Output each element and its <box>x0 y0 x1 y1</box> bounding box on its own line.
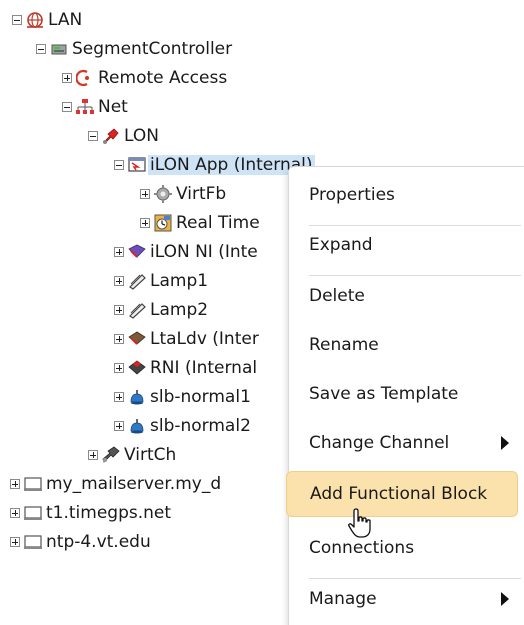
expand-toggle[interactable] <box>140 218 150 228</box>
tree-node-net[interactable]: Net <box>62 95 130 119</box>
menu-separator <box>309 275 521 276</box>
tree-node-slb-normal1[interactable]: slb-normal1 <box>114 385 253 409</box>
hand-cursor-icon <box>347 507 375 541</box>
remote-access-icon <box>76 69 94 87</box>
expand-toggle[interactable] <box>114 276 124 286</box>
collapse-toggle[interactable] <box>62 102 72 112</box>
computer-icon <box>24 504 42 522</box>
context-menu: Properties Expand Delete Rename Save as … <box>286 166 524 625</box>
tree-node-virtch[interactable]: VirtCh <box>88 443 178 467</box>
menu-separator <box>309 578 521 579</box>
tree-node-mailserver[interactable]: my_mailserver.my_d <box>10 472 223 496</box>
tree-node-lamp2[interactable]: Lamp2 <box>114 298 210 322</box>
submenu-arrow-icon <box>501 592 509 606</box>
expand-toggle[interactable] <box>10 537 20 547</box>
controller-icon <box>50 40 68 58</box>
device-icon <box>128 330 146 348</box>
computer-icon <box>24 533 42 551</box>
menu-item-label: Change Channel <box>309 433 450 453</box>
tree-node-label: Lamp2 <box>150 300 209 320</box>
menu-item-properties[interactable]: Properties <box>309 182 395 208</box>
tree-node-ltaldv[interactable]: LtaLdv (Inter <box>114 327 261 351</box>
menu-item-change-channel[interactable]: Change Channel <box>309 430 519 456</box>
tree-node-label: slb-normal1 <box>150 387 251 407</box>
expand-toggle[interactable] <box>114 305 124 315</box>
virtual-channel-icon <box>102 446 120 464</box>
tree-node-real-time[interactable]: Real Time <box>140 211 262 235</box>
tree-node-label: LAN <box>48 10 83 30</box>
menu-item-delete[interactable]: Delete <box>309 283 365 309</box>
expand-toggle[interactable] <box>10 479 20 489</box>
expand-toggle[interactable] <box>62 73 72 83</box>
tree-node-virtfb[interactable]: VirtFb <box>140 182 228 206</box>
expand-toggle[interactable] <box>114 363 124 373</box>
menu-item-manage[interactable]: Manage <box>309 586 519 612</box>
tree-node-label: ntp-4.vt.edu <box>46 532 151 552</box>
tree-node-label: iLON NI (Inte <box>150 242 258 262</box>
tree-node-label: LtaLdv (Inter <box>150 329 259 349</box>
collapse-toggle[interactable] <box>88 131 98 141</box>
application-icon <box>128 156 146 174</box>
tree-node-lon[interactable]: LON <box>88 124 161 148</box>
expand-toggle[interactable] <box>114 334 124 344</box>
device-icon <box>128 359 146 377</box>
lamp-icon <box>128 272 146 290</box>
expand-toggle[interactable] <box>114 247 124 257</box>
tree-node-label: RNI (Internal <box>150 358 258 378</box>
collapse-toggle[interactable] <box>12 15 22 25</box>
tree-node-label: SegmentController <box>72 39 233 59</box>
globe-icon <box>26 11 44 29</box>
menu-separator <box>309 225 521 226</box>
tree-node-timegps[interactable]: t1.timegps.net <box>10 501 173 525</box>
streetlight-icon <box>128 388 146 406</box>
menu-item-rename[interactable]: Rename <box>309 332 379 358</box>
lamp-icon <box>128 301 146 319</box>
menu-item-expand[interactable]: Expand <box>309 232 373 258</box>
tree-node-rni[interactable]: RNI (Internal <box>114 356 259 380</box>
expand-toggle[interactable] <box>114 392 124 402</box>
tree-node-label: my_mailserver.my_d <box>46 474 222 494</box>
tree-node-lan[interactable]: LAN <box>12 8 84 32</box>
menu-item-save-as-template[interactable]: Save as Template <box>309 381 458 407</box>
tree-node-ilon-ni[interactable]: iLON NI (Inte <box>114 240 260 264</box>
submenu-arrow-icon <box>501 436 509 450</box>
tree-node-label: VirtFb <box>176 184 227 204</box>
device-icon <box>128 243 146 261</box>
streetlight-icon <box>128 417 146 435</box>
expand-toggle[interactable] <box>140 189 150 199</box>
tree-node-remote-access[interactable]: Remote Access <box>62 66 229 90</box>
collapse-toggle[interactable] <box>114 160 124 170</box>
tree-node-label: LON <box>124 126 159 146</box>
menu-item-label: Manage <box>309 589 377 609</box>
real-time-clock-icon <box>154 214 172 232</box>
expand-toggle[interactable] <box>10 508 20 518</box>
tree-node-label: Real Time <box>176 213 260 233</box>
expand-toggle[interactable] <box>114 421 124 431</box>
collapse-toggle[interactable] <box>36 44 46 54</box>
tree-node-label: slb-normal2 <box>150 416 251 436</box>
tree-node-label: VirtCh <box>124 445 177 465</box>
tree-node-label: t1.timegps.net <box>46 503 172 523</box>
tree-node-label: Net <box>98 97 128 117</box>
computer-icon <box>24 475 42 493</box>
tree-node-slb-normal2[interactable]: slb-normal2 <box>114 414 253 438</box>
network-icon <box>76 98 94 116</box>
tree-node-lamp1[interactable]: Lamp1 <box>114 269 210 293</box>
gear-icon <box>154 185 172 203</box>
tree-node-label: Remote Access <box>98 68 228 88</box>
menu-item-add-functional-block[interactable]: Add Functional Block <box>286 471 518 517</box>
tree-node-label: Lamp1 <box>150 271 209 291</box>
lon-channel-icon <box>102 127 120 145</box>
expand-toggle[interactable] <box>88 450 98 460</box>
tree-node-segmentcontroller[interactable]: SegmentController <box>36 37 234 61</box>
tree-node-ntp[interactable]: ntp-4.vt.edu <box>10 530 153 554</box>
tree-node-ilon-app[interactable]: iLON App (Internal) <box>114 153 315 177</box>
